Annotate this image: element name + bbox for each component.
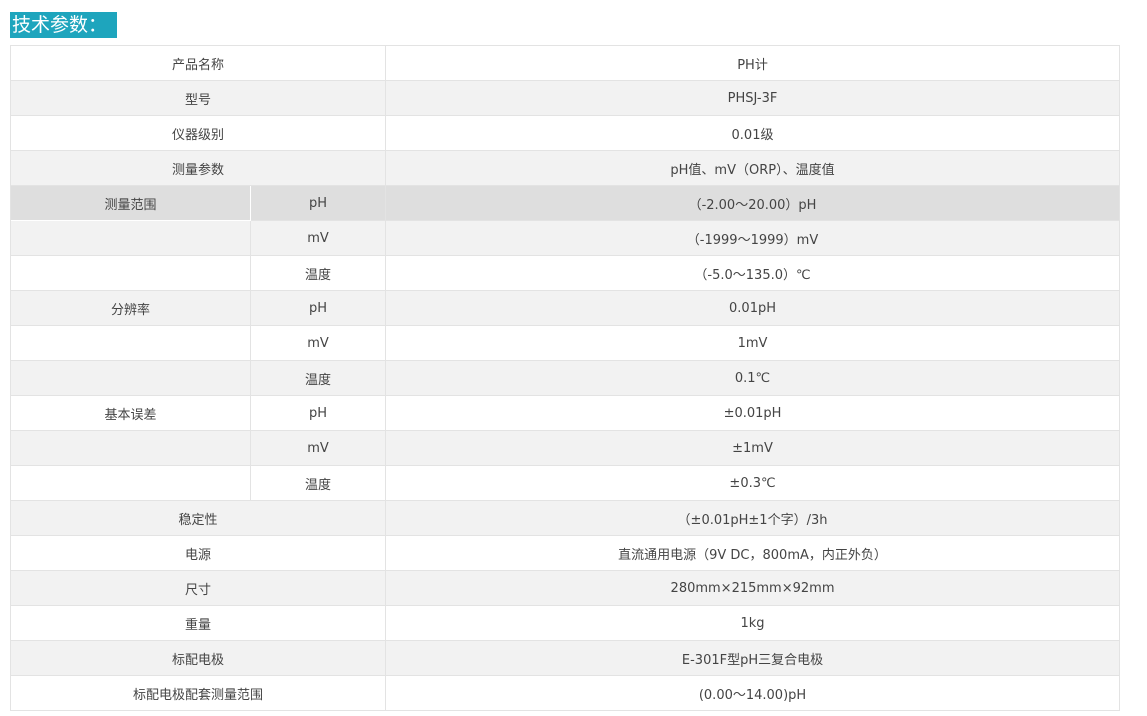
param-label: 稳定性 [9,500,387,536]
param-label: 基本误差 [10,395,251,431]
param-label: 标配电极 [9,640,387,676]
param-value: 1mV [385,325,1121,361]
param-value: 直流通用电源（9V DC，800mA，内正外负） [385,535,1121,571]
table-row: 稳定性 （±0.01pH±1个字）/3h [9,500,1121,536]
table-row: 标配电极配套测量范围 (0.00～14.00)pH [9,675,1121,711]
param-value: 280mm×215mm×92mm [385,570,1121,606]
param-label [10,360,251,396]
param-sub-label: pH [249,185,387,221]
table-row: 温度 ±0.3℃ [10,465,1121,501]
table-row: 型号 PHSJ-3F [9,80,1121,116]
table-row: 标配电极 E-301F型pH三复合电极 [9,640,1121,676]
param-value: 0.1℃ [385,360,1121,396]
param-sub-label: mV [249,325,387,361]
param-label [10,220,251,256]
param-label: 测量参数 [9,150,387,186]
table-row: mV （-1999～1999）mV [10,220,1121,256]
param-value: 1kg [385,605,1121,641]
param-value: （±0.01pH±1个字）/3h [385,500,1121,536]
param-label: 重量 [9,605,387,641]
param-label: 测量范围 [10,185,251,221]
param-sub-label: pH [249,290,387,326]
spec-table: 产品名称 PH计 型号 PHSJ-3F 仪器级别 0.01级 测量参数 pH值、… [9,45,1121,711]
table-row: 测量范围 pH （-2.00～20.00）pH [10,185,1121,221]
param-value: pH值、mV（ORP）、温度值 [385,150,1121,186]
param-label: 产品名称 [9,45,387,81]
param-sub-label: 温度 [249,255,387,291]
param-value: E-301F型pH三复合电极 [385,640,1121,676]
param-value: ±0.3℃ [385,465,1121,501]
param-sub-label: mV [249,220,387,256]
param-value: 0.01pH [385,290,1121,326]
param-value: PH计 [385,45,1121,81]
table-row: 尺寸 280mm×215mm×92mm [9,570,1121,606]
table-row: 分辨率 pH 0.01pH [10,290,1121,326]
param-label [10,465,251,501]
param-sub-label: 温度 [249,465,387,501]
table-row: mV ±1mV [10,430,1121,466]
param-value: PHSJ-3F [385,80,1121,116]
param-label [10,255,251,291]
param-sub-label: mV [249,430,387,466]
param-value: （-1999～1999）mV [385,220,1121,256]
param-value: (0.00～14.00)pH [385,675,1121,711]
param-label: 电源 [9,535,387,571]
table-row: 测量参数 pH值、mV（ORP）、温度值 [9,150,1121,186]
param-value: （-5.0～135.0）℃ [385,255,1121,291]
table-row: 基本误差 pH ±0.01pH [10,395,1121,431]
param-label [10,430,251,466]
table-row: 电源 直流通用电源（9V DC，800mA，内正外负） [9,535,1121,571]
param-label [10,325,251,361]
param-label: 仪器级别 [9,115,387,151]
section-heading: 技术参数： [10,12,118,38]
param-label: 尺寸 [9,570,387,606]
table-row: 重量 1kg [9,605,1121,641]
param-value: ±1mV [385,430,1121,466]
param-value: （-2.00～20.00）pH [385,185,1121,221]
table-row: 产品名称 PH计 [9,45,1121,81]
param-sub-label: 温度 [249,360,387,396]
param-value: ±0.01pH [385,395,1121,431]
param-label: 标配电极配套测量范围 [9,675,387,711]
param-sub-label: pH [249,395,387,431]
param-value: 0.01级 [385,115,1121,151]
table-row: 温度 （-5.0～135.0）℃ [10,255,1121,291]
param-label: 型号 [9,80,387,116]
table-row: mV 1mV [10,325,1121,361]
table-row: 温度 0.1℃ [10,360,1121,396]
param-label: 分辨率 [10,290,251,326]
table-row: 仪器级别 0.01级 [9,115,1121,151]
